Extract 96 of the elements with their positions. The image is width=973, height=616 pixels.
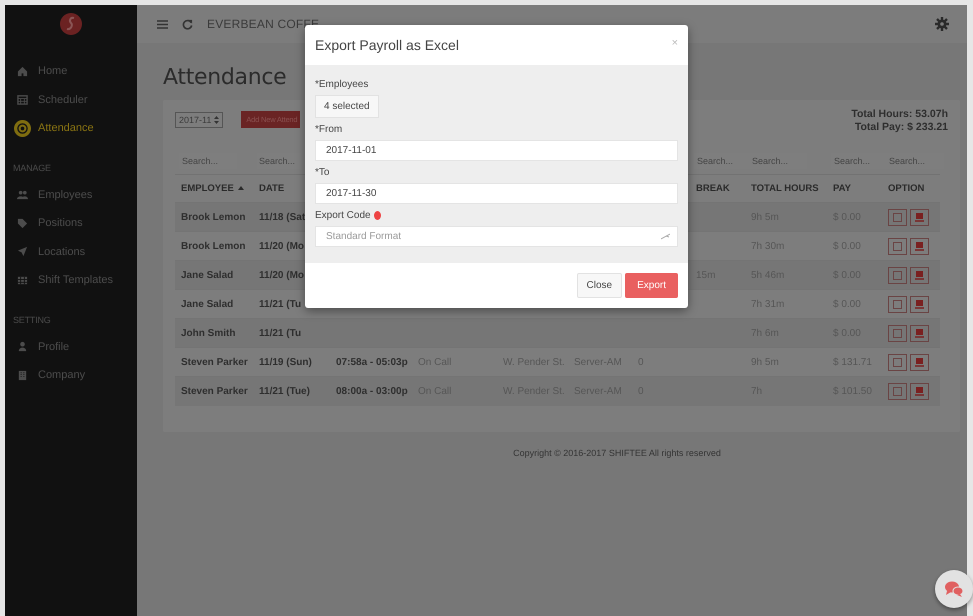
column-header[interactable]: TOTAL HOURS (751, 183, 819, 194)
document-icon (915, 300, 924, 308)
employee-select[interactable]: 4 selected (315, 95, 379, 118)
month-select[interactable]: 2017-11 (175, 112, 224, 128)
column-header[interactable]: BREAK (696, 183, 730, 194)
delete-button[interactable] (910, 266, 929, 284)
date-field[interactable]: 2017-11-01 (315, 140, 678, 161)
delete-button[interactable] (910, 382, 929, 400)
arrow-icon (17, 246, 28, 258)
nav-item[interactable]: Scheduler (5, 86, 137, 114)
edit-button[interactable] (888, 296, 907, 312)
table-cell: 11/21 (Tu (259, 328, 302, 338)
document-icon (915, 242, 924, 250)
export-code-field[interactable]: Standard Format (315, 226, 678, 247)
nav-item[interactable]: Positions (5, 209, 137, 238)
square-icon (893, 328, 902, 338)
document-icon (915, 328, 924, 338)
document-icon (915, 270, 924, 280)
settings-icon[interactable] (935, 17, 949, 31)
table-cell: Jane Salad (181, 270, 234, 280)
edit-button[interactable] (888, 354, 907, 370)
calendar-icon (17, 94, 28, 106)
logo-icon[interactable] (59, 12, 83, 36)
square-icon (893, 300, 902, 308)
users-icon (17, 189, 28, 200)
total-text: Total Pay: $ 233.21 (854, 121, 948, 134)
nav-item[interactable]: Home (5, 57, 137, 86)
field-label: *Employees (315, 79, 368, 90)
home-icon (17, 66, 28, 77)
table-cell: Steven Parker (181, 356, 248, 368)
section-heading: MANAGE (12, 162, 52, 174)
table-cell: John Smith (181, 328, 236, 338)
chat-bubbles-icon (944, 580, 964, 598)
nav-item[interactable]: Profile (5, 332, 137, 361)
total-text: Total Hours: 53.07h (851, 108, 948, 121)
edit-button[interactable] (888, 266, 907, 284)
square-icon (893, 242, 902, 250)
table-cell: 07:58a - 05:03p (336, 356, 408, 368)
table-cell: 11/20 (Mo (259, 240, 304, 252)
document-icon (915, 212, 924, 222)
page-title: Attendance (163, 65, 286, 90)
field-label: Export Code (315, 210, 371, 221)
nav-item[interactable]: Shift Templates (5, 266, 137, 294)
building-icon (17, 370, 28, 381)
field-label: *To (315, 167, 330, 178)
info-icon[interactable] (374, 211, 381, 220)
table-cell: 11/19 (Sun) (259, 356, 312, 368)
delete-button[interactable] (910, 354, 929, 370)
column-header[interactable]: PAY (833, 183, 851, 194)
table-cell: Jane Salad (181, 298, 234, 310)
column-header[interactable]: EMPLOYEE (181, 183, 234, 194)
table-cell: 11/20 (Mo (259, 270, 304, 280)
dialog-title: Export Payroll as Excel (315, 37, 459, 55)
sort-icon[interactable] (238, 186, 244, 190)
edit-button[interactable] (888, 208, 907, 226)
target-icon (14, 120, 31, 137)
square-icon (893, 212, 902, 222)
close-icon[interactable]: × (672, 37, 678, 55)
column-header[interactable]: OPTION (888, 183, 924, 194)
table-cell: Brook Lemon (181, 212, 246, 222)
table-cell: 11/21 (Tu (259, 298, 302, 310)
table-cell: Brook Lemon (181, 240, 246, 252)
table-cell: 11/18 (Sat (259, 212, 306, 222)
close-button[interactable]: Close (576, 273, 622, 298)
square-icon (893, 386, 902, 396)
spinner-icon (214, 116, 220, 124)
tag-icon (17, 218, 28, 229)
nav-item[interactable]: Attendance (5, 114, 137, 142)
edit-button[interactable] (888, 382, 907, 400)
delete-button[interactable] (910, 208, 929, 226)
delete-button[interactable] (910, 296, 929, 312)
nav-item[interactable]: Company (5, 361, 137, 390)
export-button[interactable]: Export (625, 273, 678, 298)
square-icon (893, 270, 902, 280)
person-icon (17, 341, 28, 352)
document-icon (915, 358, 924, 366)
square-icon (893, 358, 902, 366)
table-cell: Steven Parker (181, 386, 248, 397)
slash-icon (661, 233, 670, 240)
field-label: *From (315, 124, 342, 135)
delete-button[interactable] (910, 238, 929, 254)
menu-icon[interactable] (157, 20, 168, 28)
nav-item[interactable]: Locations (5, 238, 137, 266)
copyright-text: Copyright © 2016-2017 SHIFTEE All rights reserved (513, 448, 721, 458)
edit-button[interactable] (888, 324, 907, 342)
nav-item[interactable]: Employees (5, 180, 137, 209)
column-header[interactable]: DATE (259, 183, 284, 194)
edit-button[interactable] (888, 238, 907, 254)
refresh-icon[interactable] (182, 18, 193, 30)
section-heading: SETTING (12, 314, 52, 326)
grid-icon (17, 274, 28, 286)
document-icon (915, 386, 924, 396)
delete-button[interactable] (910, 324, 929, 342)
date-field[interactable]: 2017-11-30 (315, 183, 678, 204)
table-cell: 08:00a - 03:00p (336, 386, 408, 397)
table-cell: 11/21 (Tue) (259, 386, 310, 397)
